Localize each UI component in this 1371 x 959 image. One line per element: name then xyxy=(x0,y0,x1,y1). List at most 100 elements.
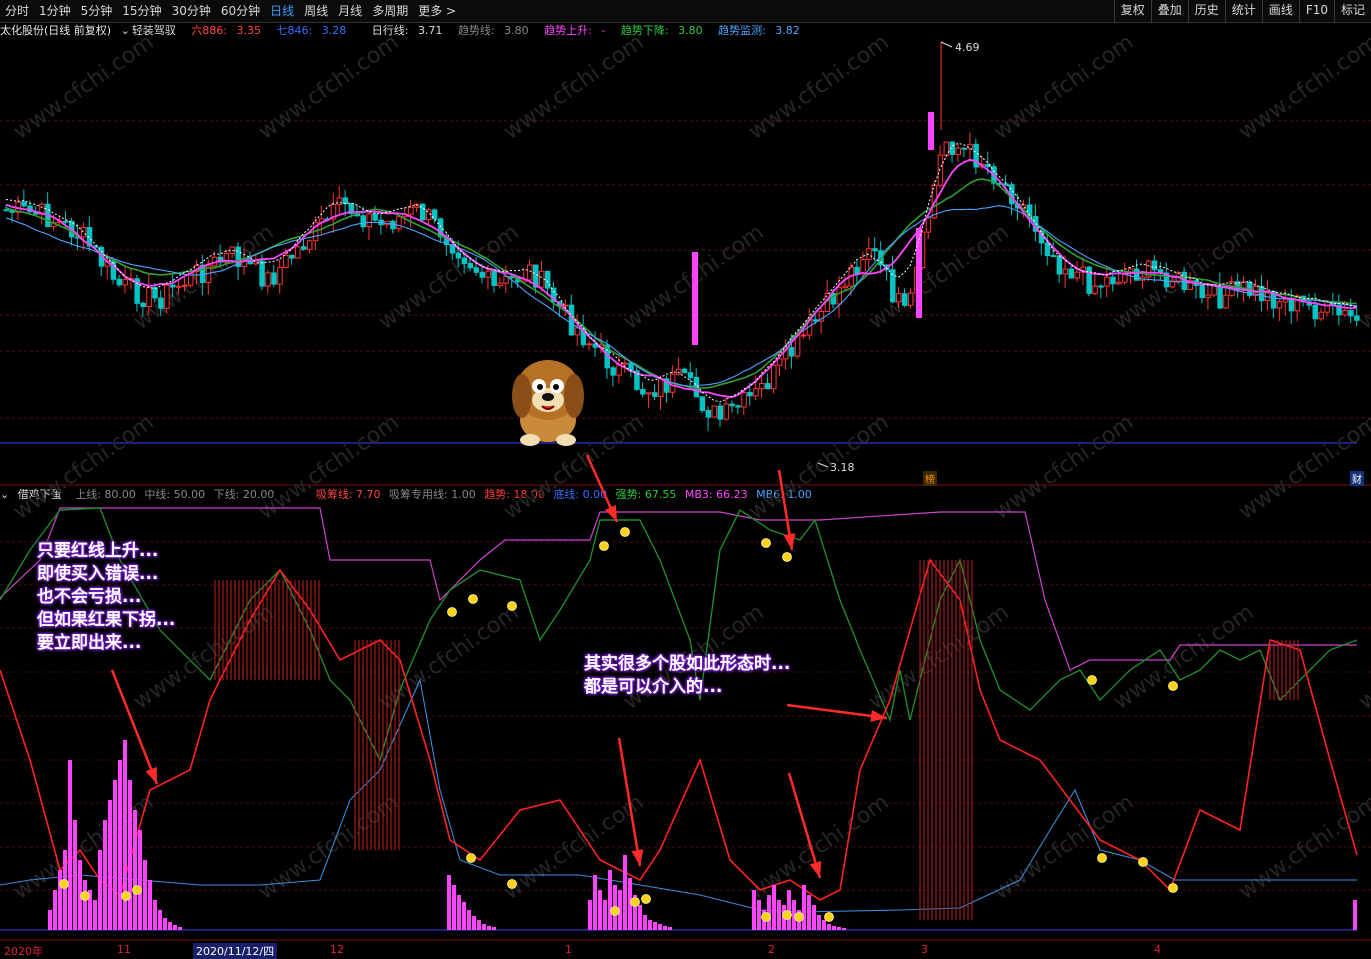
finance-badge[interactable]: 财 xyxy=(1350,471,1364,486)
volume-bar xyxy=(83,880,87,930)
signal-dot xyxy=(610,906,620,916)
candle-body xyxy=(741,391,747,408)
candle-body xyxy=(961,147,967,150)
candle-body xyxy=(1211,285,1217,296)
signal-dot xyxy=(794,912,804,922)
candle-body xyxy=(1104,276,1110,287)
candle-body xyxy=(747,391,753,397)
volume-bar xyxy=(462,902,466,930)
volume-bar xyxy=(822,920,826,930)
candle-body xyxy=(3,209,9,212)
candle-body xyxy=(1294,295,1301,312)
signal-dot xyxy=(1097,853,1107,863)
volume-bar xyxy=(58,870,62,930)
arrow-head xyxy=(145,766,157,784)
candle-body xyxy=(1348,310,1354,317)
volume-bar xyxy=(73,820,77,930)
candle-body xyxy=(1151,260,1158,271)
volume-bar xyxy=(133,810,137,930)
candle-body xyxy=(753,388,759,397)
signal-dot xyxy=(782,910,792,920)
volume-bar xyxy=(603,900,607,930)
volume-bar xyxy=(832,926,836,930)
volume-bar xyxy=(63,850,67,930)
candle-body xyxy=(182,284,188,287)
signal-dot xyxy=(1168,681,1178,691)
watermark-text: www.cfchi.com xyxy=(9,30,158,145)
candle-body xyxy=(306,240,313,250)
candle-body xyxy=(723,403,729,420)
watermark-text: www.cfchi.com xyxy=(989,410,1138,525)
candle-body xyxy=(943,141,950,156)
candle-body xyxy=(1276,301,1283,309)
blue-absorb-line xyxy=(0,678,1357,913)
candle-body xyxy=(265,272,271,287)
candle-body xyxy=(562,304,569,307)
axis-year: 2020年 xyxy=(4,945,43,958)
signal-dot xyxy=(507,601,517,611)
watermark-text: www.cfchi.com xyxy=(744,30,893,145)
rank-badge[interactable]: 榜 xyxy=(923,471,937,486)
candle-body xyxy=(461,257,468,265)
volume-bar xyxy=(623,855,627,930)
candle-body xyxy=(842,285,848,289)
candle-body xyxy=(1258,285,1265,302)
candle-body xyxy=(735,405,741,408)
candle-body xyxy=(372,213,378,221)
signal-dot xyxy=(1138,857,1148,867)
price-low-label: 3.18 xyxy=(830,461,855,474)
volume-bar xyxy=(163,918,167,930)
volume-bar xyxy=(837,927,841,930)
volume-bar xyxy=(757,900,761,930)
candle-body xyxy=(544,270,551,289)
volume-bar xyxy=(103,820,107,930)
candlestick-series xyxy=(3,42,1360,432)
volume-bar xyxy=(153,900,157,930)
candle-body xyxy=(866,248,872,260)
volume-bar xyxy=(108,800,112,930)
axis-month-11: 11 xyxy=(117,943,131,956)
volume-bar xyxy=(452,885,456,930)
candle-body xyxy=(692,252,698,345)
candle-body xyxy=(1324,301,1330,313)
candle-body xyxy=(777,358,783,366)
volume-bar xyxy=(123,740,127,930)
candle-body xyxy=(1205,294,1211,299)
candle-body xyxy=(646,392,652,395)
signal-dot xyxy=(630,897,640,907)
candle-body xyxy=(295,246,301,259)
candle-body xyxy=(925,217,932,233)
callout-line: 要立即出来... xyxy=(37,633,142,653)
candle-body xyxy=(610,367,616,376)
arrow-head xyxy=(783,533,796,550)
candle-body xyxy=(63,220,69,223)
signal-dot xyxy=(59,879,69,889)
volume-bar xyxy=(98,850,102,930)
stock-chart[interactable]: www.cfchi.com www.cfchi.com www.cfchi.com w… xyxy=(0,0,1371,959)
candle-body xyxy=(800,334,807,337)
axis-month-1: 1 xyxy=(565,943,572,956)
signal-dot xyxy=(761,912,771,922)
watermark-layer: www.cfchi.com www.cfchi.com www.cfchi.com w… xyxy=(9,30,1371,905)
candle-body xyxy=(21,201,27,207)
volume-bar xyxy=(772,885,776,930)
signal-dot xyxy=(824,912,834,922)
watermark-text: www.cfchi.com xyxy=(989,30,1138,145)
volume-bar xyxy=(752,890,756,930)
candle-body xyxy=(705,409,712,418)
volume-bar xyxy=(113,780,117,930)
candle-body xyxy=(1116,281,1122,285)
volume-bar xyxy=(168,922,172,930)
candle-body xyxy=(277,266,283,285)
candle-body xyxy=(586,343,593,346)
candle-body xyxy=(896,293,902,303)
signal-dot xyxy=(1168,883,1178,893)
signal-dot xyxy=(1087,675,1097,685)
candle-body xyxy=(1354,315,1360,321)
candle-body xyxy=(366,213,372,228)
volume-bar xyxy=(68,760,72,930)
candle-body xyxy=(652,392,658,397)
candle-body xyxy=(283,254,289,268)
candle-body xyxy=(854,266,860,274)
volume-bar xyxy=(48,910,52,930)
